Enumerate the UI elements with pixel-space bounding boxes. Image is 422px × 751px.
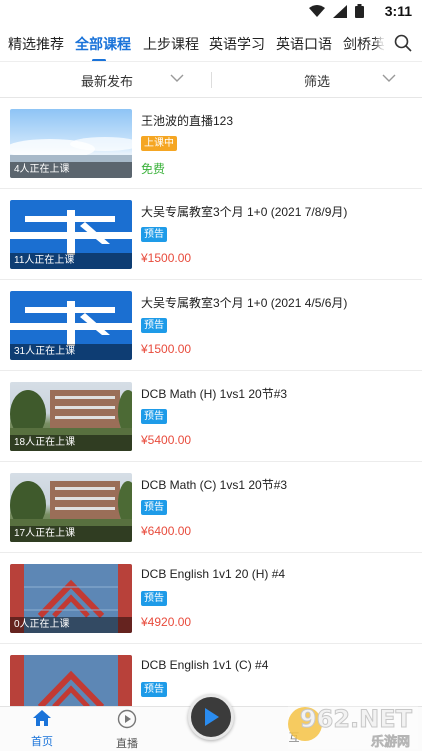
site-watermark: 962.NET 乐游网: [288, 705, 418, 749]
students-count: 11人正在上课: [10, 253, 132, 269]
tab-featured[interactable]: 精选推荐: [8, 34, 64, 54]
course-title: DCB English 1v1 20 (H) #4: [141, 567, 286, 581]
tab-spoken-english[interactable]: 英语口语: [276, 34, 332, 54]
course-item[interactable]: 18人正在上课 DCB Math (H) 1vs1 20节#3 预告 ¥5400…: [0, 371, 422, 462]
status-badge: 预告: [141, 682, 167, 697]
status-badge: 上课中: [141, 136, 177, 151]
tab-all-courses[interactable]: 全部课程: [75, 34, 131, 54]
students-count: 0人正在上课: [10, 617, 132, 633]
course-price: ¥5400.00: [141, 433, 192, 447]
course-thumbnail: 31人正在上课: [10, 291, 132, 360]
play-button[interactable]: [188, 694, 234, 740]
course-title: 大吴专属教室3个月 1+0 (2021 7/8/9月): [141, 205, 348, 219]
course-price: ¥1500.00: [141, 342, 192, 356]
signal-icon: [333, 4, 347, 18]
status-badge: 预告: [141, 227, 167, 242]
sort-latest-dropdown[interactable]: 最新发布: [81, 71, 133, 90]
course-thumbnail: 18人正在上课: [10, 382, 132, 451]
wifi-icon: [309, 4, 325, 17]
status-badge: 预告: [141, 500, 167, 515]
building-image: [10, 655, 132, 706]
students-count: 18人正在上课: [10, 435, 132, 451]
course-price: ¥1500.00: [141, 251, 192, 265]
students-count: 31人正在上课: [10, 344, 132, 360]
play-circle-icon: [117, 709, 137, 729]
watermark-brand: 962.NET: [299, 705, 412, 734]
course-title: DCB English 1v1 (C) #4: [141, 658, 269, 672]
course-title: 大吴专属教室3个月 1+0 (2021 4/5/6月): [141, 296, 348, 310]
status-badge: 预告: [141, 318, 167, 333]
course-price: ¥4920.00: [141, 615, 192, 629]
course-list: 4人正在上课 王池波的直播123 上课中 免费 11人正在上课 大吴专属教室3个…: [0, 98, 422, 706]
status-time: 3:11: [384, 3, 412, 19]
status-bar: 3:11: [0, 0, 422, 24]
nav-home[interactable]: 首页: [12, 709, 72, 749]
nav-home-label: 首页: [31, 736, 53, 748]
course-price: ¥6400.00: [141, 524, 192, 538]
battery-icon: [355, 4, 364, 18]
status-badge: 预告: [141, 591, 167, 606]
chevron-down-icon: [382, 74, 396, 82]
filter-dropdown[interactable]: 筛选: [304, 71, 330, 90]
course-item[interactable]: 17人正在上课 DCB Math (C) 1vs1 20节#3 预告 ¥6400…: [0, 462, 422, 553]
course-thumbnail: 17人正在上课: [10, 473, 132, 542]
course-thumbnail: 11人正在上课: [10, 200, 132, 269]
course-item[interactable]: 11人正在上课 大吴专属教室3个月 1+0 (2021 7/8/9月) 预告 ¥…: [0, 189, 422, 280]
tab-shangbu-courses[interactable]: 上步课程: [143, 34, 199, 54]
nav-live[interactable]: 直播: [97, 709, 157, 751]
watermark-sub: 乐游网: [370, 734, 411, 750]
filter-divider: [211, 72, 212, 88]
status-icons: [309, 4, 364, 18]
filter-bar: 最新发布 筛选: [0, 62, 422, 98]
course-price: 免费: [141, 162, 166, 176]
nav-live-label: 直播: [116, 738, 138, 750]
course-item[interactable]: 31人正在上课 大吴专属教室3个月 1+0 (2021 4/5/6月) 预告 ¥…: [0, 280, 422, 371]
search-icon: [394, 34, 412, 52]
home-icon: [33, 710, 51, 726]
course-title: 王池波的直播123: [141, 114, 234, 128]
play-icon: [205, 708, 219, 726]
course-thumbnail: [10, 655, 132, 706]
course-title: DCB Math (H) 1vs1 20节#3: [141, 387, 288, 401]
students-count: 17人正在上课: [10, 526, 132, 542]
course-title: DCB Math (C) 1vs1 20节#3: [141, 478, 288, 492]
course-thumbnail: 0人正在上课: [10, 564, 132, 633]
course-thumbnail: 4人正在上课: [10, 109, 132, 178]
tab-english-learning[interactable]: 英语学习: [209, 34, 265, 54]
search-button[interactable]: [384, 24, 422, 61]
students-count: 4人正在上课: [10, 162, 132, 178]
course-item[interactable]: 4人正在上课 王池波的直播123 上课中 免费: [0, 98, 422, 189]
status-badge: 预告: [141, 409, 167, 424]
course-item[interactable]: 0人正在上课 DCB English 1v1 20 (H) #4 预告 ¥492…: [0, 553, 422, 644]
chevron-down-icon: [170, 74, 184, 82]
category-tabs: 精选推荐 全部课程 上步课程 英语学习 英语口语 剑桥英语: [0, 24, 422, 62]
